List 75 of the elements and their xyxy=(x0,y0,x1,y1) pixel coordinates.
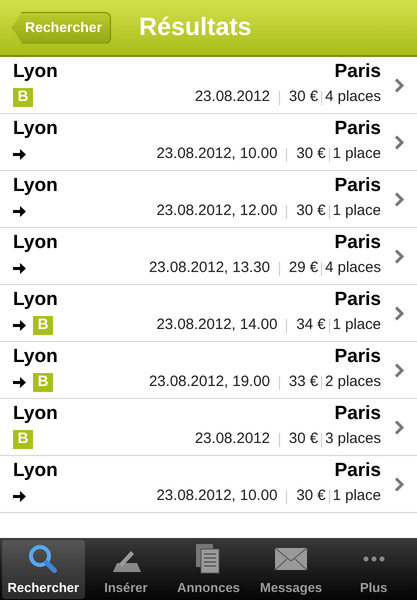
seats-text: 1 place xyxy=(332,144,381,164)
tab[interactable]: Messages xyxy=(250,540,332,599)
seats-text: 1 place xyxy=(332,201,381,222)
destination-city: Paris xyxy=(334,232,381,254)
tab[interactable]: Plus xyxy=(332,540,415,599)
tab-label: Plus xyxy=(360,578,388,596)
destination-city: Paris xyxy=(334,289,381,312)
result-row[interactable]: Lyon Paris 23.08.2012, 10.00 30 € 1 place xyxy=(0,456,417,513)
origin-city: Lyon xyxy=(13,118,58,140)
result-row[interactable]: Lyon Paris 23.08.2012, 13.30 29 € 4 places xyxy=(0,228,417,285)
chevron-icon xyxy=(395,306,405,320)
more-icon xyxy=(362,556,385,562)
search-icon xyxy=(27,542,60,575)
chevron-icon xyxy=(395,134,405,150)
badge: B xyxy=(33,373,53,392)
destination-city: Paris xyxy=(334,118,381,140)
date-text: 23.08.2012, 10.00 xyxy=(156,486,278,506)
origin-city: Lyon xyxy=(13,61,58,84)
date-text: 23.08.2012, 13.30 xyxy=(148,258,270,278)
result-row[interactable]: Lyon Paris 23.08.2012, 12.00 30 € 1 place xyxy=(0,171,417,228)
tab[interactable]: Rechercher xyxy=(2,540,85,599)
price-text: 30 € xyxy=(288,429,318,450)
destination-city: Paris xyxy=(334,346,381,368)
origin-city: Lyon xyxy=(13,289,58,312)
date-text: 23.08.2012, 14.00 xyxy=(156,315,278,336)
documents-icon xyxy=(196,544,220,574)
tab-label: Messages xyxy=(260,578,322,597)
chevron-icon xyxy=(395,420,405,434)
seats-text: 1 place xyxy=(332,486,381,506)
price-text: 30 € xyxy=(296,486,326,506)
price-text: 30 € xyxy=(296,201,326,222)
origin-city: Lyon xyxy=(13,175,58,198)
date-text: 23.08.2012 xyxy=(194,87,270,108)
date-text: 23.08.2012, 10.00 xyxy=(156,144,278,164)
seats-text: 2 places xyxy=(325,372,381,392)
tab[interactable]: Annonces xyxy=(167,540,250,599)
badge: B xyxy=(13,88,33,107)
price-text: 34 € xyxy=(296,315,326,336)
price-text: 29 € xyxy=(288,258,318,278)
destination-city: Paris xyxy=(334,403,381,426)
chevron-icon xyxy=(395,362,405,378)
date-text: 23.08.2012, 19.00 xyxy=(148,372,270,392)
chevron-icon xyxy=(395,78,405,92)
chevron-icon xyxy=(395,476,405,492)
seats-text: 4 places xyxy=(325,258,381,278)
tab[interactable]: Insérer xyxy=(84,540,168,599)
price-text: 33 € xyxy=(288,372,318,392)
origin-city: Lyon xyxy=(13,346,58,368)
tab-label: Rechercher xyxy=(8,578,80,596)
destination-city: Paris xyxy=(334,175,381,198)
result-row[interactable]: Lyon Paris 23.08.2012, 10.00 30 € 1 place xyxy=(0,114,417,171)
price-text: 30 € xyxy=(288,87,318,108)
window-title: Résultats xyxy=(139,12,252,43)
result-row[interactable]: Lyon Paris B 23.08.2012 30 € 4 places xyxy=(0,57,417,114)
result-row[interactable]: Lyon Paris B 23.08.2012, 14.00 34 € 1 place xyxy=(0,285,417,342)
destination-city: Paris xyxy=(334,460,381,482)
chevron-icon xyxy=(395,248,405,264)
envelope-icon xyxy=(274,546,308,571)
date-text: 23.08.2012 xyxy=(194,429,270,450)
date-text: 23.08.2012, 12.00 xyxy=(156,201,278,222)
result-row[interactable]: Lyon Paris B 23.08.2012, 19.00 33 € 2 places xyxy=(0,342,417,399)
badge: B xyxy=(13,430,33,449)
seats-text: 4 places xyxy=(325,87,381,108)
seats-text: 3 places xyxy=(325,429,381,450)
tab-label: Annonces xyxy=(177,578,240,596)
badge: B xyxy=(33,316,53,335)
chevron-icon xyxy=(395,192,405,206)
origin-city: Lyon xyxy=(13,403,58,426)
origin-city: Lyon xyxy=(13,232,58,254)
price-text: 30 € xyxy=(296,144,326,164)
origin-city: Lyon xyxy=(13,460,58,482)
seats-text: 1 place xyxy=(332,315,381,336)
tab-label: Insérer xyxy=(104,578,148,596)
result-row[interactable]: Lyon Paris B 23.08.2012 30 € 3 places xyxy=(0,399,417,456)
destination-city: Paris xyxy=(334,61,381,84)
